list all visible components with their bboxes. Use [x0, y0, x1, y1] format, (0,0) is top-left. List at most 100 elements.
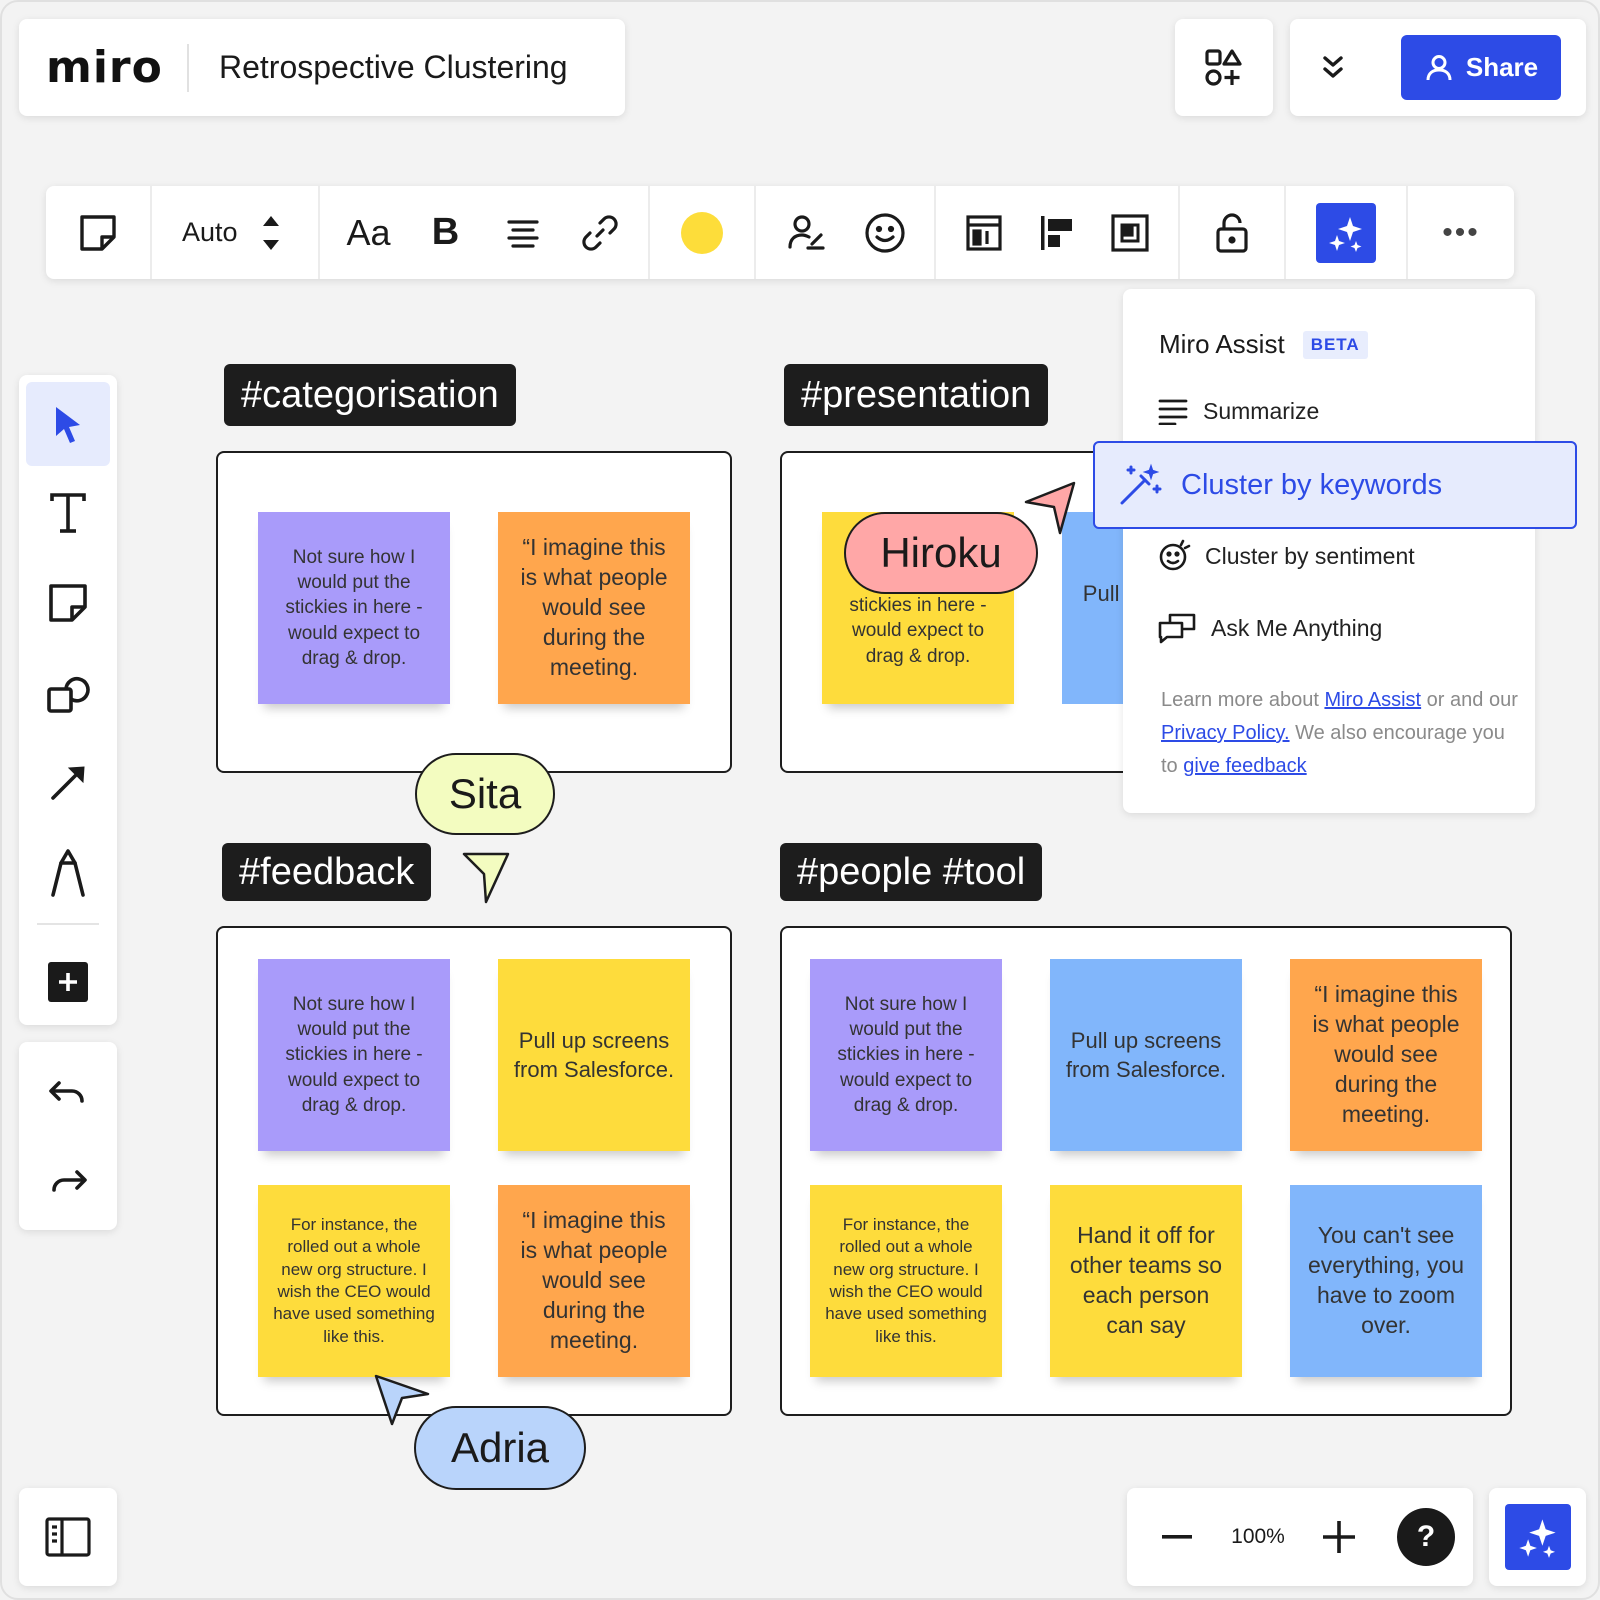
assist-footer: Learn more about Miro Assist or and our …: [1161, 684, 1521, 783]
select-tool[interactable]: [26, 382, 110, 466]
zoom-in-button[interactable]: [1303, 1501, 1375, 1573]
tag-people-tool[interactable]: #people #tool: [780, 843, 1043, 901]
tag-presentation[interactable]: #presentation: [784, 364, 1049, 426]
text-icon: [50, 493, 86, 533]
reaction-button[interactable]: [849, 197, 921, 269]
sticky-note[interactable]: “I imagine this is what people would see…: [498, 512, 690, 704]
cluster-sentiment-label: Cluster by sentiment: [1205, 542, 1415, 569]
sticky-note[interactable]: Hand it off for other teams so each pers…: [1050, 1185, 1242, 1377]
summarize-icon: [1158, 399, 1188, 425]
tag-feedback[interactable]: #feedback: [222, 843, 432, 901]
toolbar-group-ai: [1286, 186, 1408, 279]
shapes-icon: [47, 676, 90, 713]
toolbar-group-layout: [936, 186, 1180, 279]
undo-button[interactable]: [26, 1050, 110, 1134]
zoom-out-button[interactable]: [1141, 1501, 1213, 1573]
pen-tool[interactable]: [26, 831, 110, 915]
zoom-controls: 100% ?: [1127, 1488, 1473, 1586]
shapes-tool[interactable]: [26, 651, 110, 735]
user-edit-icon: [787, 214, 825, 250]
help-button[interactable]: ?: [1397, 1508, 1455, 1566]
ask-anything-item[interactable]: Ask Me Anything: [1157, 611, 1382, 645]
apps-button[interactable]: [1175, 19, 1273, 116]
sticky-note[interactable]: Pull up screens from: [1062, 512, 1128, 704]
toolbar-group-text: Aa B: [320, 186, 650, 279]
magic-wand-icon: [1120, 463, 1162, 505]
sticky-note-icon: [49, 584, 87, 622]
give-feedback-link[interactable]: give feedback: [1183, 755, 1306, 777]
more-button[interactable]: •••: [1442, 216, 1480, 250]
sticky-note[interactable]: Not sure how I would put the stickies in…: [810, 959, 1002, 1151]
share-label: Share: [1465, 52, 1539, 82]
cluster-sentiment-item[interactable]: Cluster by sentiment: [1157, 539, 1415, 573]
beta-badge: BETA: [1302, 330, 1368, 359]
more-tools-button[interactable]: [26, 940, 110, 1024]
miro-assist-button[interactable]: [1316, 202, 1376, 263]
board-canvas[interactable]: miro Retrospective Clustering Share Auto…: [0, 0, 1600, 1600]
sticky-note[interactable]: “I imagine this is what people would see…: [1290, 959, 1482, 1151]
sticky-note[interactable]: You can't see everything, you have to zo…: [1290, 1185, 1482, 1377]
align-objects-icon: [1040, 215, 1072, 250]
user-icon: [1426, 54, 1452, 80]
miro-assist-link[interactable]: Miro Assist: [1324, 689, 1421, 711]
ai-corner-panel: [1489, 1488, 1586, 1586]
zoom-level[interactable]: 100%: [1213, 1525, 1303, 1549]
sticky-note[interactable]: For instance, the rolled out a whole new…: [810, 1185, 1002, 1377]
collapse-button[interactable]: [1310, 45, 1356, 91]
link-button[interactable]: [564, 197, 636, 269]
sita-cursor-icon: [462, 852, 510, 904]
footer-text: or and our: [1421, 689, 1518, 711]
footer-text: Learn more about: [1161, 689, 1325, 711]
plus-icon: [1323, 1521, 1355, 1553]
sticky-note[interactable]: Not sure how I would put the stickies in…: [258, 512, 450, 704]
summarize-item[interactable]: Summarize: [1157, 397, 1319, 425]
sticky-note[interactable]: Pull up screens from Salesforce.: [1050, 959, 1242, 1151]
toolbar-group-color: [650, 186, 756, 279]
summarize-label: Summarize: [1203, 397, 1320, 424]
adria-cursor-icon: [374, 1374, 430, 1426]
size-label: Auto: [182, 217, 238, 247]
toolbar-group-size[interactable]: Auto: [152, 186, 320, 279]
sticky-note[interactable]: Not sure how I would put the stickies in…: [258, 959, 450, 1151]
align-left-button[interactable]: [1021, 197, 1093, 269]
sticky-note-tool[interactable]: [26, 561, 110, 645]
left-toolbar: [19, 375, 117, 1025]
sidebar-toggle-button[interactable]: [19, 1488, 117, 1586]
assign-button[interactable]: [770, 197, 842, 269]
sentiment-icon: [1159, 539, 1191, 571]
privacy-policy-link[interactable]: Privacy Policy.: [1161, 722, 1290, 744]
connector-tool[interactable]: [26, 741, 110, 825]
text-tool[interactable]: [26, 471, 110, 555]
redo-button[interactable]: [26, 1139, 110, 1223]
cursor-label-hiroku: Hiroku: [844, 512, 1038, 594]
bold-button[interactable]: B: [410, 197, 482, 269]
share-button[interactable]: Share: [1401, 35, 1561, 100]
cursor-label-sita: Sita: [415, 753, 555, 835]
collab-panel: Share: [1290, 19, 1586, 116]
board-title[interactable]: Retrospective Clustering: [189, 49, 568, 86]
miro-assist-panel: Miro Assist BETA Summarize Cluster by se…: [1123, 289, 1535, 813]
frame-icon: [1111, 213, 1149, 252]
align-button[interactable]: [487, 197, 559, 269]
plus-square-icon: [48, 962, 88, 1002]
frame-button[interactable]: [1094, 197, 1166, 269]
sticky-type-button[interactable]: [62, 197, 134, 269]
miro-logo[interactable]: miro: [19, 42, 187, 93]
toolbar-group-collab: [756, 186, 936, 279]
lock-button[interactable]: [1196, 197, 1268, 269]
stepper-icon[interactable]: [260, 213, 282, 253]
color-swatch[interactable]: [681, 211, 723, 254]
miro-ai-button[interactable]: [1504, 1504, 1571, 1570]
tag-categorisation[interactable]: #categorisation: [224, 364, 516, 426]
sticky-note[interactable]: “I imagine this is what people would see…: [498, 1185, 690, 1377]
toolbar-group-lock: [1180, 186, 1286, 279]
text-style-button[interactable]: Aa: [333, 197, 405, 269]
cluster-keywords-item[interactable]: Cluster by keywords: [1093, 441, 1577, 529]
smiley-icon: [864, 212, 905, 253]
sticky-note[interactable]: For instance, the rolled out a whole new…: [258, 1185, 450, 1377]
sticky-note[interactable]: Pull up screens from Salesforce.: [498, 959, 690, 1151]
card-button[interactable]: [948, 197, 1020, 269]
sticky-clip: Pull up screens from: [1062, 512, 1128, 704]
ask-anything-label: Ask Me Anything: [1211, 614, 1383, 641]
sparkles-icon: [1518, 1519, 1556, 1558]
